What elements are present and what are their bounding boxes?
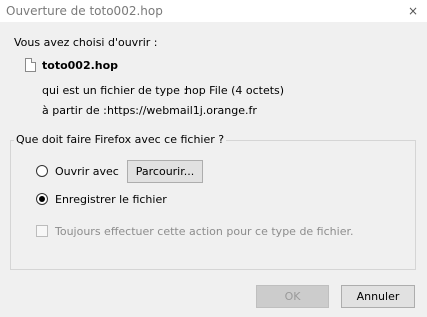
browse-button[interactable]: Parcourir... bbox=[127, 160, 203, 183]
cancel-button[interactable]: Annuler bbox=[341, 285, 415, 308]
action-group-legend: Que doit faire Firefox avec ce fichier ? bbox=[14, 133, 227, 146]
file-icon bbox=[25, 58, 36, 72]
filename: toto002.hop bbox=[42, 59, 119, 72]
title-bar: Ouverture de toto002.hop × bbox=[0, 0, 427, 22]
always-checkbox[interactable] bbox=[36, 225, 48, 237]
source-label: à partir de : bbox=[42, 104, 107, 117]
ok-button[interactable]: OK bbox=[256, 285, 329, 308]
file-type-value: hop File (4 octets) bbox=[185, 84, 285, 97]
file-type-label: qui est un fichier de type : bbox=[42, 84, 188, 97]
open-with-label[interactable]: Ouvrir avec bbox=[55, 165, 119, 178]
window-title: Ouverture de toto002.hop bbox=[6, 4, 163, 18]
open-with-radio[interactable] bbox=[36, 165, 48, 177]
intro-text: Vous avez choisi d'ouvrir : bbox=[14, 36, 158, 49]
always-label[interactable]: Toujours effectuer cette action pour ce … bbox=[55, 225, 353, 238]
save-file-radio[interactable] bbox=[36, 193, 48, 205]
source-value: https://webmail1j.orange.fr bbox=[107, 104, 257, 117]
save-file-label[interactable]: Enregistrer le fichier bbox=[55, 193, 167, 206]
close-icon[interactable]: × bbox=[399, 0, 427, 22]
